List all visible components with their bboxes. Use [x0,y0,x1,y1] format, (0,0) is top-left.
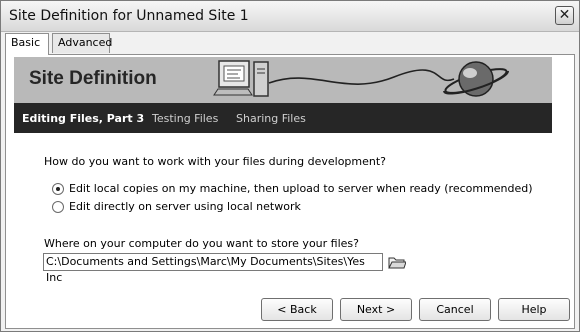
radio-edit-local[interactable] [52,183,64,195]
store-location-question: Where on your computer do you want to st… [44,237,359,250]
local-folder-input[interactable]: C:\Documents and Settings\Marc\My Docume… [43,253,383,284]
dialog-window: Site Definition for Unnamed Site 1 ✕ Bas… [0,0,580,332]
step-editing-files: Editing Files, Part 3 [22,112,145,125]
step-bar: Editing Files, Part 3 Testing Files Shar… [14,103,552,133]
step-testing-files: Testing Files [152,112,219,125]
radio-edit-server[interactable] [52,201,64,213]
window-title: Site Definition for Unnamed Site 1 [9,8,249,24]
next-button[interactable]: Next > [340,298,412,321]
help-button[interactable]: Help [498,298,570,321]
close-button[interactable]: ✕ [555,6,574,25]
back-button[interactable]: < Back [261,298,333,321]
computer-icon [213,60,269,97]
browse-folder-icon[interactable] [388,255,406,270]
radio-edit-local-label[interactable]: Edit local copies on my machine, then up… [69,182,533,195]
title-bar[interactable]: Site Definition for Unnamed Site 1 ✕ [1,1,579,32]
tab-panel: Site Definition Editing Files, Part 3 Te… [5,54,575,329]
tab-advanced[interactable]: Advanced [52,33,112,53]
cancel-button[interactable]: Cancel [419,298,491,321]
step-sharing-files: Sharing Files [236,112,306,125]
close-icon: ✕ [558,7,571,23]
tab-basic[interactable]: Basic [5,33,49,55]
banner: Site Definition [14,57,552,103]
radio-edit-server-label[interactable]: Edit directly on server using local netw… [69,200,301,213]
banner-art [213,60,509,97]
work-mode-question: How do you want to work with your files … [44,155,387,168]
